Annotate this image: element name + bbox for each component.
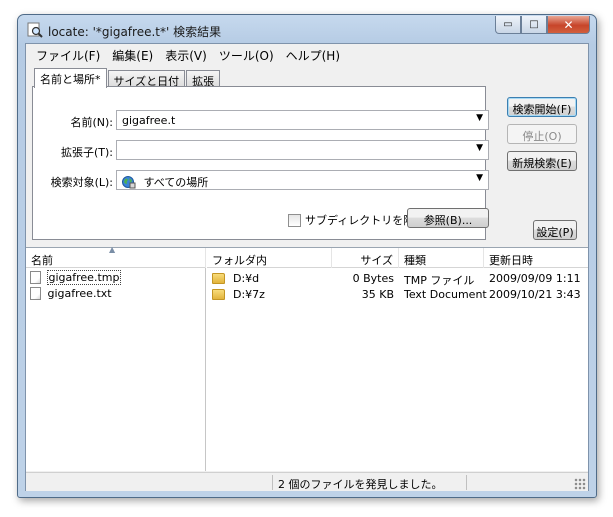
start-search-button[interactable]: 検索開始(F) xyxy=(507,97,577,117)
modified-cell: 2009/10/21 3:43 xyxy=(489,288,581,301)
size-column-label: サイズ xyxy=(360,254,393,267)
results-name-pane: 名前 ▲ gigafree.tmp gigafree.txt xyxy=(26,245,206,471)
type-column-header[interactable]: 種類 xyxy=(399,248,484,268)
extension-combobox[interactable]: ▼ xyxy=(116,140,489,160)
table-row[interactable]: gigafree.tmp xyxy=(30,270,200,287)
size-cell: 0 Bytes xyxy=(352,272,394,285)
modified-cell: 2009/09/09 1:11 xyxy=(489,272,581,285)
menu-tools[interactable]: ツール(O) xyxy=(213,44,280,64)
type-column-label: 種類 xyxy=(404,254,426,267)
caption-buttons: ▭ □ ✕ xyxy=(495,16,590,34)
name-column-label: 名前 xyxy=(31,254,53,267)
exclude-subdirs-option[interactable]: サブディレクトリを除外 xyxy=(288,212,425,228)
client-area: ファイル(F) 編集(E) 表示(V) ツール(O) ヘルプ(H) 名前と場所*… xyxy=(25,43,589,491)
magnifier-icon xyxy=(27,22,43,38)
type-cell: Text Document xyxy=(404,288,487,301)
folder-value: D:¥d xyxy=(233,272,260,285)
exclude-subdirs-checkbox[interactable] xyxy=(288,213,301,227)
modified-column-label: 更新日時 xyxy=(489,254,533,267)
close-icon: ✕ xyxy=(563,17,574,32)
tab-size-date[interactable]: サイズと日付 xyxy=(107,70,186,88)
minimize-button[interactable]: ▭ xyxy=(495,16,521,34)
tab-advanced[interactable]: 拡張 xyxy=(186,70,221,88)
status-message: 2 個のファイルを発見しました。 xyxy=(278,478,443,491)
search-target-label: 検索対象(L): xyxy=(50,176,113,189)
extension-label: 拡張子(T): xyxy=(60,146,113,159)
table-row[interactable]: D:¥d 0 Bytes TMP ファイル 2009/09/09 1:11 xyxy=(207,271,588,287)
name-value: gigafree.t xyxy=(122,114,176,127)
tab-panel-name-location: 名前(N): gigafree.t ▼ 拡張子(T): ▼ 検索対象(L): す… xyxy=(32,86,489,240)
folder-cell: D:¥d xyxy=(212,272,259,285)
type-cell: TMP ファイル xyxy=(404,274,475,287)
status-divider xyxy=(272,475,273,490)
dropdown-arrow-icon[interactable]: ▼ xyxy=(476,113,483,123)
sort-ascending-icon: ▲ xyxy=(109,245,116,254)
menu-view[interactable]: 表示(V) xyxy=(159,44,213,64)
app-window: locate: '*gigafree.t*' 検索結果 ▭ □ ✕ ファイル(F… xyxy=(17,14,597,498)
globe-icon xyxy=(122,176,136,189)
detail-column-headers: フォルダ内 サイズ 種類 更新日時 xyxy=(207,248,588,268)
search-target-combobox[interactable]: すべての場所 ▼ xyxy=(116,170,489,190)
menu-help[interactable]: ヘルプ(H) xyxy=(280,44,346,64)
results-detail-pane: フォルダ内 サイズ 種類 更新日時 D:¥d 0 Bytes TMP ファイル … xyxy=(207,248,588,471)
file-icon xyxy=(30,287,41,300)
table-row[interactable]: D:¥7z 35 KB Text Document 2009/10/21 3:4… xyxy=(207,287,588,303)
modified-column-header[interactable]: 更新日時 xyxy=(484,248,588,268)
size-cell: 35 KB xyxy=(361,288,394,301)
menu-edit[interactable]: 編集(E) xyxy=(106,44,159,64)
dropdown-arrow-icon[interactable]: ▼ xyxy=(476,143,483,153)
folder-cell: D:¥7z xyxy=(212,288,265,301)
resize-grip-icon[interactable] xyxy=(574,478,586,490)
folder-column-header[interactable]: フォルダ内 xyxy=(207,248,332,268)
folder-icon xyxy=(212,289,225,300)
search-target-value: すべての場所 xyxy=(143,176,209,189)
folder-column-label: フォルダ内 xyxy=(212,254,267,267)
table-row[interactable]: gigafree.txt xyxy=(30,287,200,303)
title-bar[interactable]: locate: '*gigafree.t*' 検索結果 ▭ □ ✕ xyxy=(18,15,596,43)
menu-bar: ファイル(F) 編集(E) 表示(V) ツール(O) ヘルプ(H) xyxy=(26,44,588,64)
menu-file[interactable]: ファイル(F) xyxy=(30,44,106,64)
close-button[interactable]: ✕ xyxy=(547,16,590,34)
new-search-button[interactable]: 新規検索(E) xyxy=(507,151,577,171)
name-column-header[interactable]: 名前 ▲ xyxy=(26,245,206,268)
folder-value: D:¥7z xyxy=(233,288,265,301)
size-column-header[interactable]: サイズ xyxy=(332,248,399,268)
status-divider xyxy=(466,475,467,490)
minimize-icon: ▭ xyxy=(503,19,513,30)
status-bar: 2 個のファイルを発見しました。 xyxy=(26,472,588,491)
file-name: gigafree.tmp xyxy=(46,270,122,285)
results-list[interactable]: 名前 ▲ gigafree.tmp gigafree.txt フォルダ内 サイズ… xyxy=(26,245,588,471)
tab-strip: 名前と場所* サイズと日付 拡張 xyxy=(34,68,221,88)
window-title: locate: '*gigafree.t*' 検索結果 xyxy=(48,25,222,39)
file-name: gigafree.txt xyxy=(47,287,112,300)
dropdown-arrow-icon[interactable]: ▼ xyxy=(476,173,483,183)
stop-button: 停止(O) xyxy=(507,124,577,144)
name-combobox[interactable]: gigafree.t ▼ xyxy=(116,110,489,130)
folder-icon xyxy=(212,273,225,284)
settings-button[interactable]: 設定(P) xyxy=(533,220,577,240)
tab-name-location[interactable]: 名前と場所* xyxy=(34,68,107,88)
maximize-button[interactable]: □ xyxy=(521,16,547,34)
browse-button[interactable]: 参照(B)... xyxy=(407,208,489,228)
maximize-icon: □ xyxy=(529,19,539,30)
file-icon xyxy=(30,271,41,284)
name-label: 名前(N): xyxy=(70,116,113,129)
